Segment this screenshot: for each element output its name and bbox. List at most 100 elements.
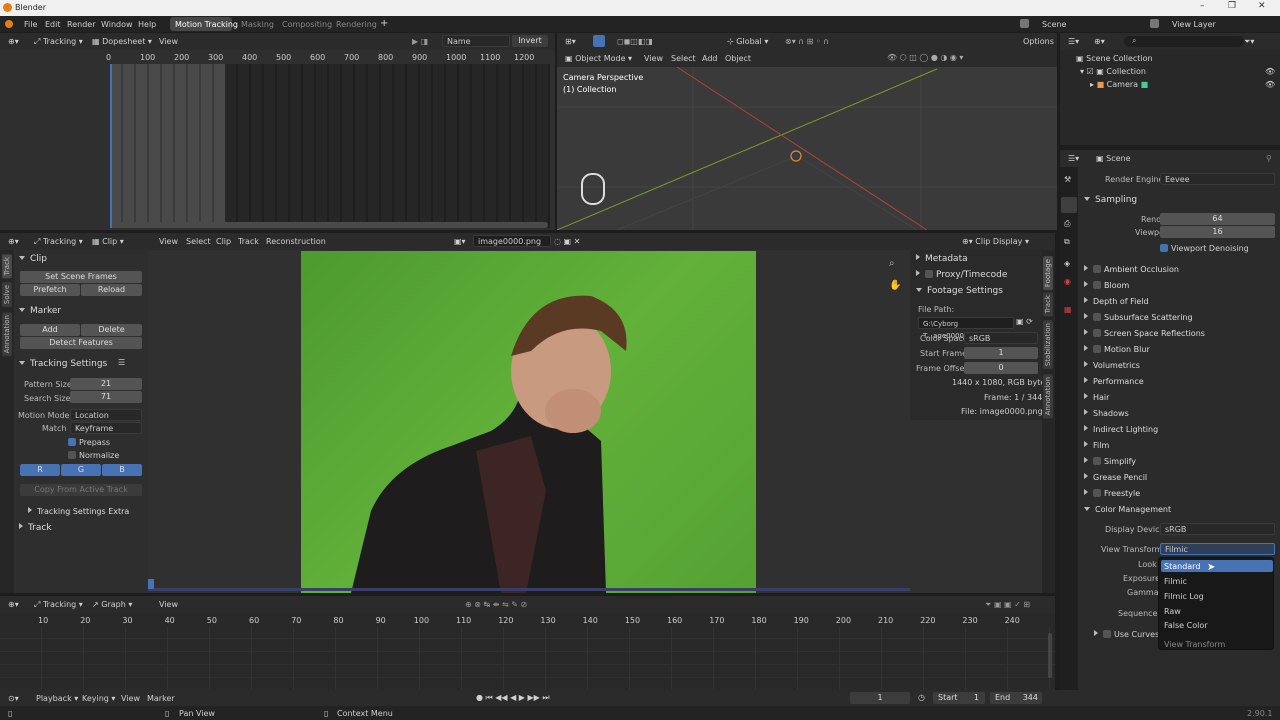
keying-menu[interactable]: Keying ▾ (82, 694, 115, 703)
clip-file-icons[interactable]: ◌ ▣ ✕ (554, 237, 580, 246)
graph-view-dropdown[interactable]: ↗ Graph ▾ (92, 600, 132, 609)
marker-menu[interactable]: Marker (147, 694, 175, 703)
menu-window[interactable]: Window (101, 20, 133, 29)
view-layer-tab-icon[interactable]: ⧉ (1064, 237, 1070, 247)
outliner-camera[interactable]: ▸ ■ Camera ■ (1090, 80, 1148, 89)
section-header[interactable]: Film (1084, 441, 1109, 450)
orientation-dropdown[interactable]: ⊹ Global ▾ (727, 37, 768, 46)
view-layer-name[interactable]: View Layer (1172, 20, 1216, 29)
sort-dropdown[interactable]: Name (442, 35, 510, 47)
tab-footage[interactable]: Footage (1043, 256, 1053, 291)
section-header[interactable]: Subsurface Scattering (1084, 313, 1193, 322)
pivot-snap-icons[interactable]: ⊗▾ ∩ ⊞ ◦ ∩ (785, 37, 829, 46)
footage-frame[interactable] (301, 251, 756, 593)
clip-menu-select[interactable]: Select (186, 237, 211, 246)
motion-model-dropdown[interactable]: Location (70, 409, 142, 421)
file-browse-icon[interactable]: ▣ ⟳ (1016, 317, 1033, 326)
graph-filter-icons[interactable]: ⏷ ▣ ▣ ✓ ⊞ (985, 600, 1030, 610)
dopesheet-view-menu[interactable]: View (159, 37, 178, 46)
graph-mode-dropdown[interactable]: ⤢ Tracking ▾ (34, 600, 83, 610)
scene-name[interactable]: Scene (1042, 20, 1066, 29)
viewport-samples-field[interactable]: 16 (1160, 226, 1275, 238)
clip-name-field[interactable]: image0000.png (473, 235, 551, 247)
viewport-menu-add[interactable]: Add (702, 54, 718, 63)
pan-hand-icon[interactable]: ✋ (889, 280, 901, 291)
display-device-dropdown[interactable]: sRGB (1160, 523, 1275, 535)
tab-rendering[interactable]: Rendering (336, 20, 377, 29)
render-engine-dropdown[interactable]: Eevee (1160, 173, 1275, 185)
section-checkbox[interactable] (1093, 345, 1101, 353)
outliner-editor-icon[interactable]: ☰▾ (1068, 37, 1079, 46)
current-frame-field[interactable]: 1 (850, 692, 910, 704)
graph-area[interactable]: 10 20 30 40 50 60 70 80 90 100 110 120 130 140 150 160 1… (0, 613, 1055, 690)
clip-menu-reconstruction[interactable]: Reconstruction (266, 237, 326, 246)
playback-controls[interactable]: ● ⏮ ◀◀ ◀ ▶ ▶▶ ⏭ (476, 693, 550, 703)
detect-features-button[interactable]: Detect Features (20, 337, 142, 349)
filter-icons[interactable]: ▶ ◨ (412, 37, 428, 46)
section-header[interactable]: Indirect Lighting (1084, 425, 1158, 434)
track-panel-header[interactable]: Track (19, 523, 52, 533)
clip-menu-view[interactable]: View (159, 237, 178, 246)
dopesheet-mode[interactable]: ⤢ Tracking ▾ (34, 37, 83, 47)
section-header[interactable]: Hair (1084, 393, 1109, 402)
section-header[interactable]: Screen Space Reflections (1084, 329, 1205, 338)
menu-help[interactable]: Help (138, 20, 156, 29)
dopesheet-scrollbar[interactable] (112, 222, 548, 228)
metadata-header[interactable]: Metadata (916, 254, 968, 264)
tracking-settings-extra-header[interactable]: Tracking Settings Extra (28, 507, 129, 516)
tab-masking[interactable]: Masking (241, 20, 274, 29)
section-checkbox[interactable] (1093, 329, 1101, 337)
graph-editor-type-icon[interactable]: ⊕▾ (8, 600, 19, 609)
visibility-icon[interactable]: 👁 (1265, 80, 1275, 89)
reload-button[interactable]: Reload (81, 284, 142, 296)
invert-button[interactable]: Invert (512, 35, 548, 47)
menu-edit[interactable]: Edit (45, 20, 61, 29)
section-header[interactable]: Simplify (1084, 457, 1136, 466)
menu-item-raw[interactable]: Raw (1164, 607, 1181, 616)
object-tab-icon[interactable]: ▦ (1064, 305, 1072, 314)
tab-motion-tracking[interactable]: Motion Tracking (175, 20, 238, 29)
menu-item-filmic[interactable]: Filmic (1164, 577, 1187, 586)
graph-menu-view[interactable]: View (159, 600, 178, 609)
filter-icon[interactable]: ⏷▾ (1244, 37, 1254, 47)
section-header[interactable]: Performance (1084, 377, 1144, 386)
viewport-editor-type-icon[interactable]: ⊞▾ (565, 37, 576, 46)
timeline-view-menu[interactable]: View (121, 694, 140, 703)
close-icon[interactable]: ✕ (1258, 1, 1266, 11)
prefetch-button[interactable]: Prefetch (20, 284, 80, 296)
image-browse-icon[interactable]: ▣▾ (454, 237, 466, 246)
clip-panel-header[interactable]: Clip (19, 254, 47, 264)
tool-tab-icon[interactable]: ⚒ (1064, 175, 1071, 184)
select-mode-icons[interactable]: ◻◼◫◧◨ (617, 37, 653, 46)
outliner[interactable]: ▣ Scene Collection ▾ ☑ ▣ Collection ▸ ■ … (1060, 50, 1280, 145)
world-tab-icon[interactable]: ◉ (1064, 277, 1071, 286)
sampling-header[interactable]: Sampling (1084, 195, 1137, 205)
channel-g-toggle[interactable]: G (61, 464, 101, 476)
section-header[interactable]: Color Management (1084, 505, 1171, 514)
footage-settings-header[interactable]: Footage Settings (916, 286, 1003, 296)
channel-b-toggle[interactable]: B (102, 464, 142, 476)
view-transform-dropdown[interactable]: Filmic (1160, 543, 1275, 555)
timeline-editor-icon[interactable]: ⊙▾ (8, 694, 19, 703)
scene-tab-icon[interactable]: ◈ (1064, 259, 1070, 268)
restore-icon[interactable]: ❐ (1228, 1, 1236, 11)
zoom-icon[interactable]: ⌕ (889, 258, 895, 269)
set-scene-frames-button[interactable]: Set Scene Frames (20, 271, 142, 283)
viewport-options[interactable]: Options (1023, 37, 1054, 46)
render-tab-icon[interactable] (1061, 197, 1077, 213)
tab-annotation[interactable]: Annotation (2, 312, 12, 357)
viewport-denoising-checkbox[interactable]: Viewport Denoising (1160, 244, 1249, 253)
frame-offset-field[interactable]: 0 (964, 362, 1038, 374)
presets-icon[interactable]: ☰ (118, 358, 125, 367)
delete-marker-button[interactable]: Delete (81, 324, 142, 336)
prepass-checkbox[interactable]: Prepass (68, 438, 110, 447)
viewport-menu-select[interactable]: Select (671, 54, 696, 63)
menu-file[interactable]: File (24, 20, 37, 29)
section-header[interactable]: Grease Pencil (1084, 473, 1147, 482)
file-path-field[interactable]: G:\Cyborg T...age0000.png (918, 317, 1014, 340)
section-checkbox[interactable] (1093, 265, 1101, 273)
proxy-header[interactable]: Proxy/Timecode (916, 270, 1007, 280)
add-marker-button[interactable]: Add (20, 324, 80, 336)
section-checkbox[interactable] (1093, 489, 1101, 497)
end-frame-timeline[interactable]: End 344 (990, 692, 1042, 704)
